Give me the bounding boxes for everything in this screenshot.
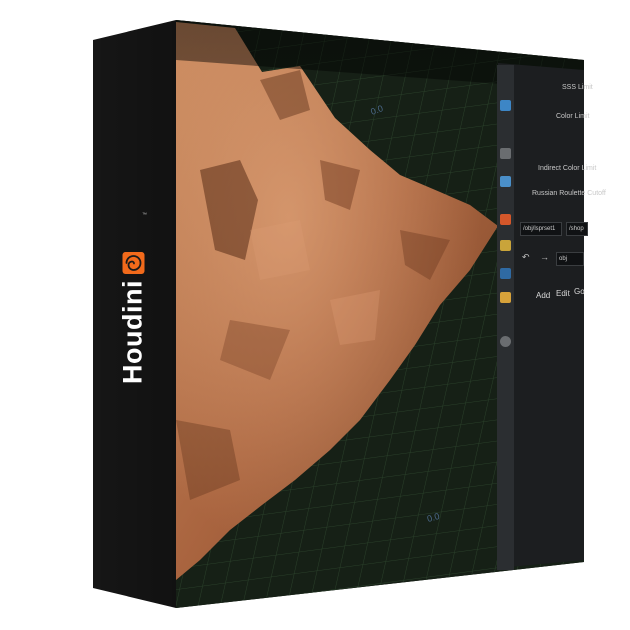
- transform-tool-icon[interactable]: [500, 148, 511, 159]
- select-tool-icon[interactable]: [500, 100, 511, 111]
- camera-tool-icon[interactable]: [500, 176, 511, 187]
- param-indirect-color-limit: Indirect Color Limit: [538, 165, 597, 172]
- param-russian-roulette-cutoff: Russian Roulette Cutoff: [532, 190, 606, 197]
- product-name: Houdini: [117, 280, 148, 384]
- obj-path-field[interactable]: obj: [556, 252, 584, 266]
- display-tool-icon[interactable]: [500, 336, 511, 347]
- shop-path-field[interactable]: /shop: [566, 222, 588, 236]
- geometry-tool-icon[interactable]: [500, 268, 511, 279]
- vertical-toolbar: [497, 65, 514, 570]
- back-arrow-icon[interactable]: ↶: [522, 252, 530, 263]
- param-sss-limit: SSS Limit: [562, 84, 593, 91]
- menu-edit[interactable]: Edit: [556, 289, 570, 298]
- menu-add[interactable]: Add: [536, 291, 550, 300]
- menu-go[interactable]: Go: [574, 287, 585, 296]
- forward-arrow-icon[interactable]: →: [540, 252, 549, 262]
- brand-lockup: Houdini: [118, 252, 149, 384]
- render-tool-icon[interactable]: [500, 214, 511, 225]
- houdini-swirl-icon: [122, 252, 144, 275]
- rock-highlight-patch: [250, 220, 310, 280]
- network-path-field[interactable]: /obj/lsprset1: [520, 222, 562, 236]
- param-color-limit: Color Limit: [556, 113, 590, 120]
- light-tool-icon[interactable]: [500, 240, 511, 251]
- software-box: Houdini ™ 0.0 0.0 SSS Limit Color Limit …: [0, 0, 630, 630]
- shader-tool-icon[interactable]: [500, 292, 511, 303]
- trademark-mark: ™: [142, 212, 147, 218]
